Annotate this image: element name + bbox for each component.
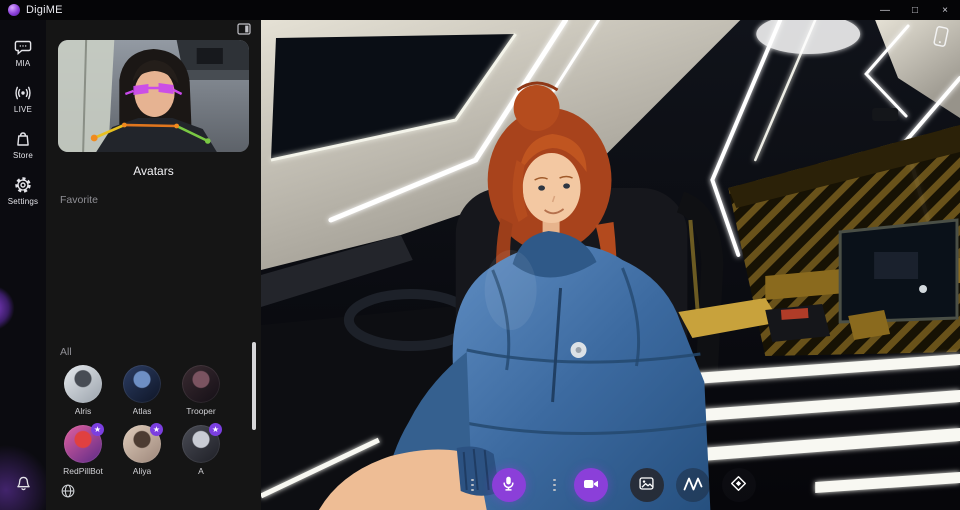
avatar-thumbnail: ★ [182,425,220,463]
avatar-thumbnail [123,365,161,403]
effects-diamond-button[interactable] [722,468,756,502]
notifications-button[interactable] [0,467,46,500]
video-camera-icon [582,475,600,496]
sidebar-label-store: Store [13,151,33,160]
window-controls: — □ × [870,0,960,20]
maximize-button[interactable]: □ [900,0,930,20]
webcam-preview[interactable] [58,40,249,152]
diamond-icon [730,475,747,495]
avatar-name: Aliya [133,466,151,476]
avatar-panel: Avatars Favorite All Alris Atlas Trooper [46,20,261,510]
app-title: DigiME [26,4,63,16]
app-logo-icon [8,4,20,16]
language-globe-icon[interactable] [60,483,76,504]
sidebar-label-mia: MIA [16,59,31,68]
avatar-name: A [198,466,204,476]
webcam-feed [58,40,249,152]
viewport-3d [261,20,960,510]
panel-header [46,20,261,38]
broadcast-icon [14,84,32,102]
avatar-name: Trooper [186,406,215,416]
favorite-section-label: Favorite [60,194,261,206]
gallery-icon [638,475,655,495]
camera-button[interactable] [574,468,608,502]
all-section-label: All [60,346,261,358]
sidebar-item-settings[interactable]: Settings [0,168,46,214]
avatar-item-redpillbot[interactable]: ★ RedPillBot [59,425,107,476]
avatar-item-a[interactable]: ★ A [177,425,225,476]
avatar-item-aliya[interactable]: ★ Aliya [118,425,166,476]
favorite-empty-area [46,206,261,346]
bottom-toolbar [261,468,960,502]
scene-3d [261,20,960,510]
avatar-name: RedPillBot [63,466,103,476]
close-button[interactable]: × [930,0,960,20]
bell-icon [15,475,32,492]
mic-options-kebab-icon[interactable] [466,468,480,502]
avatar-item-atlas[interactable]: Atlas [118,365,166,416]
panel-footer [46,476,261,510]
collapse-panel-icon[interactable] [237,22,251,40]
avatars-title: Avatars [46,164,261,178]
waveform-icon [683,476,703,495]
avatar-item-trooper[interactable]: Trooper [177,365,225,416]
avatar-thumbnail [64,365,102,403]
nav-sidebar: MIA LIVE [0,20,46,510]
audio-wave-button[interactable] [676,468,710,502]
avatar-thumbnail: ★ [64,425,102,463]
avatar-item-alris[interactable]: Alris [59,365,107,416]
sidebar-item-mia[interactable]: MIA [0,30,46,76]
microphone-button[interactable] [492,468,526,502]
sidebar-item-live[interactable]: LIVE [0,76,46,122]
minimize-button[interactable]: — [870,0,900,20]
microphone-icon [500,475,517,495]
sidebar-label-live: LIVE [14,105,32,114]
gear-icon [14,176,32,194]
avatar-name: Atlas [133,406,152,416]
avatar-name: Alris [75,406,92,416]
star-badge-icon: ★ [91,423,104,436]
titlebar: DigiME — □ × [0,0,960,20]
camera-options-kebab-icon[interactable] [548,468,562,502]
star-badge-icon: ★ [150,423,163,436]
avatar-list: Alris Atlas Trooper ★ RedPillBot [46,365,261,476]
sidebar-item-store[interactable]: Store [0,122,46,168]
avatar-thumbnail [182,365,220,403]
star-badge-icon: ★ [209,423,222,436]
chat-icon [14,38,32,56]
sidebar-label-settings: Settings [8,197,39,206]
scrollbar-thumb[interactable] [252,342,256,430]
app-window: DigiME — □ × MIA [0,0,960,510]
store-bag-icon [14,130,32,148]
background-gallery-button[interactable] [630,468,664,502]
avatar-thumbnail: ★ [123,425,161,463]
